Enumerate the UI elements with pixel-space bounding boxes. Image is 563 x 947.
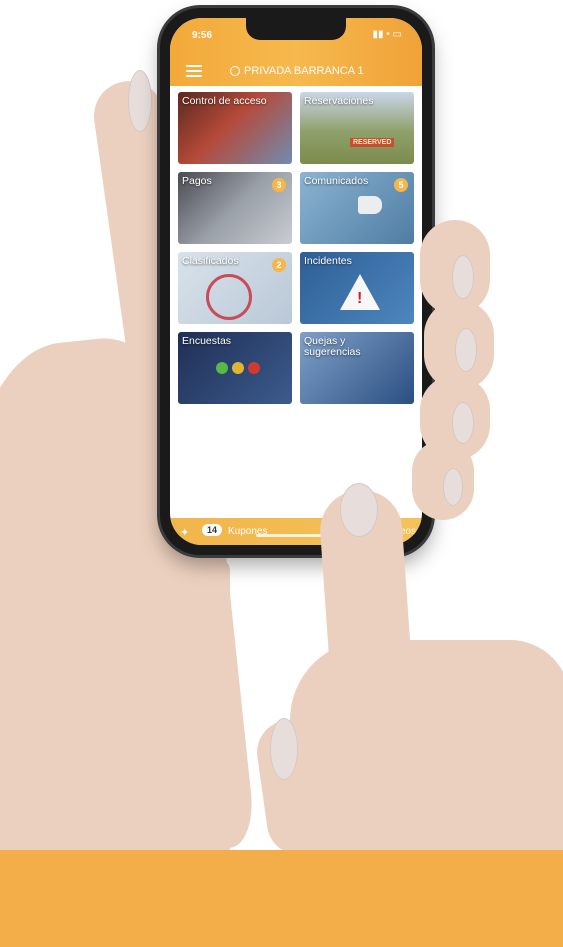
finger-nail (452, 402, 474, 444)
finger-nail (455, 328, 477, 372)
finger-nail (452, 255, 474, 299)
shop-stamp-icon (206, 274, 252, 320)
tile-incidentes[interactable]: Incidentes ! (300, 252, 414, 324)
left-wrist (0, 560, 230, 860)
tile-label: Reservaciones (304, 95, 374, 107)
pagos-badge: 3 (272, 178, 286, 192)
tile-quejas-sugerencias[interactable]: Quejas y sugerencias (300, 332, 414, 404)
coupon-count-badge: 14 (202, 524, 223, 536)
tile-label: Encuestas (182, 335, 232, 347)
comunicados-badge: 5 (394, 178, 408, 192)
tile-clasificados[interactable]: Clasificados 2 (178, 252, 292, 324)
tile-encuestas[interactable]: Encuestas (178, 332, 292, 404)
footer-band (0, 850, 563, 947)
coupon-icon[interactable]: ✦ (180, 526, 189, 539)
phone-screen: 9:56 ▮▮ • ▭ PRIVADA BARRANCA 1 Control d… (170, 18, 422, 545)
tile-comunicados[interactable]: Comunicados 5 (300, 172, 414, 244)
tile-pagos[interactable]: Pagos 3 (178, 172, 292, 244)
megaphone-icon (358, 196, 382, 214)
rating-faces-icon (216, 362, 260, 374)
tile-label: Quejas y sugerencias (304, 335, 361, 358)
community-name: PRIVADA BARRANCA 1 (244, 65, 364, 77)
tile-control-acceso[interactable]: Control de acceso (178, 92, 292, 164)
phone-notch (246, 18, 346, 40)
status-time: 9:56 (192, 30, 213, 41)
tile-label: Comunicados (304, 175, 369, 187)
tile-label: Incidentes (304, 255, 352, 267)
tile-label: Pagos (182, 175, 212, 187)
tile-reservaciones[interactable]: Reservaciones RESERVED (300, 92, 414, 164)
clasificados-badge: 2 (272, 258, 286, 272)
community-title[interactable]: PRIVADA BARRANCA 1 (230, 63, 380, 79)
menu-icon[interactable] (186, 65, 202, 77)
pointing-thumb-nail (270, 718, 298, 780)
finger-nail (443, 468, 463, 506)
phone-device: 9:56 ▮▮ • ▭ PRIVADA BARRANCA 1 Control d… (160, 8, 432, 555)
reserved-sign: RESERVED (350, 138, 395, 147)
tile-label: Control de acceso (182, 95, 267, 107)
warning-exclamation: ! (357, 290, 363, 307)
location-pin-icon (230, 66, 240, 76)
tile-label: Clasificados (182, 255, 239, 267)
index-nail (340, 483, 378, 537)
thumb-nail (128, 70, 152, 132)
status-icons: ▮▮ • ▭ (372, 29, 402, 40)
